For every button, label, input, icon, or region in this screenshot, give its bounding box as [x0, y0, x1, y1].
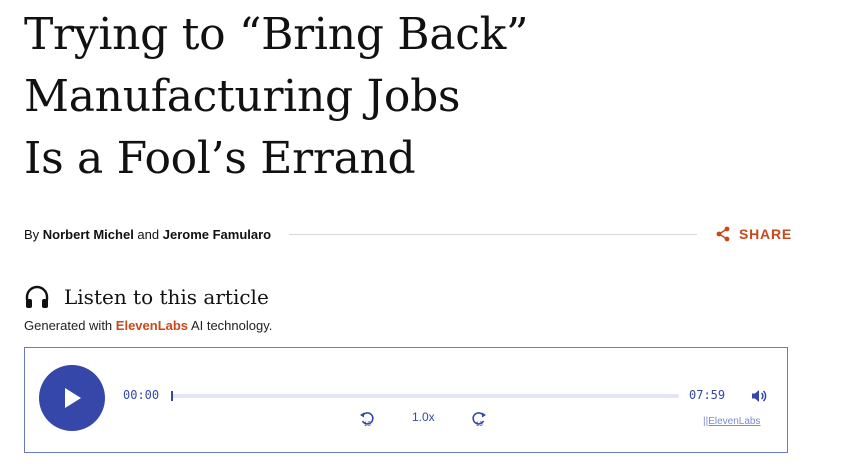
byline: By Norbert Michel and Jerome Famularo	[24, 227, 271, 242]
byline-row: By Norbert Michel and Jerome Famularo SH…	[24, 222, 792, 246]
current-time: 00:00	[123, 388, 160, 402]
play-button[interactable]	[39, 365, 105, 431]
share-label: SHARE	[738, 226, 792, 242]
play-icon	[65, 388, 81, 408]
elevenlabs-credit-link[interactable]: ||ElevenLabs	[703, 416, 760, 427]
progress-bar[interactable]	[171, 391, 679, 401]
listen-header: Listen to this article	[24, 284, 269, 310]
forward-seconds: 15	[476, 422, 483, 427]
generated-note: Generated with ElevenLabs AI technology.	[24, 318, 272, 333]
progress-handle[interactable]	[171, 391, 173, 401]
audio-player: 00:00 07:59 15 1.0x 15 ||ElevenLabs	[24, 347, 788, 453]
headphones-icon	[25, 285, 49, 308]
byline-prefix: By	[24, 226, 43, 242]
byline-and: and	[133, 226, 163, 242]
title-line-2: Manufacturing Jobs	[24, 71, 461, 122]
volume-icon[interactable]	[751, 388, 767, 404]
article-title: Trying to “Bring Back” Manufacturing Job…	[24, 4, 724, 190]
elevenlabs-link[interactable]: ElevenLabs	[116, 318, 188, 333]
rewind-15-button[interactable]: 15	[359, 411, 375, 427]
generated-prefix: Generated with	[24, 318, 116, 333]
forward-15-icon: 15	[472, 412, 486, 427]
title-line-1: Trying to “Bring Back”	[24, 9, 529, 60]
rewind-15-icon: 15	[360, 412, 374, 427]
author-link-2[interactable]: Jerome Famularo	[163, 227, 271, 242]
playback-speed[interactable]: 1.0x	[412, 410, 435, 424]
rewind-seconds: 15	[364, 422, 371, 427]
generated-suffix: AI technology.	[188, 318, 273, 333]
forward-15-button[interactable]: 15	[471, 411, 487, 427]
share-button[interactable]: SHARE	[715, 226, 792, 242]
share-icon	[716, 226, 730, 242]
byline-divider	[289, 233, 697, 235]
title-line-3: Is a Fool’s Errand	[24, 133, 416, 184]
total-time: 07:59	[689, 388, 726, 402]
listen-title: Listen to this article	[64, 285, 269, 309]
author-link-1[interactable]: Norbert Michel	[43, 227, 134, 242]
